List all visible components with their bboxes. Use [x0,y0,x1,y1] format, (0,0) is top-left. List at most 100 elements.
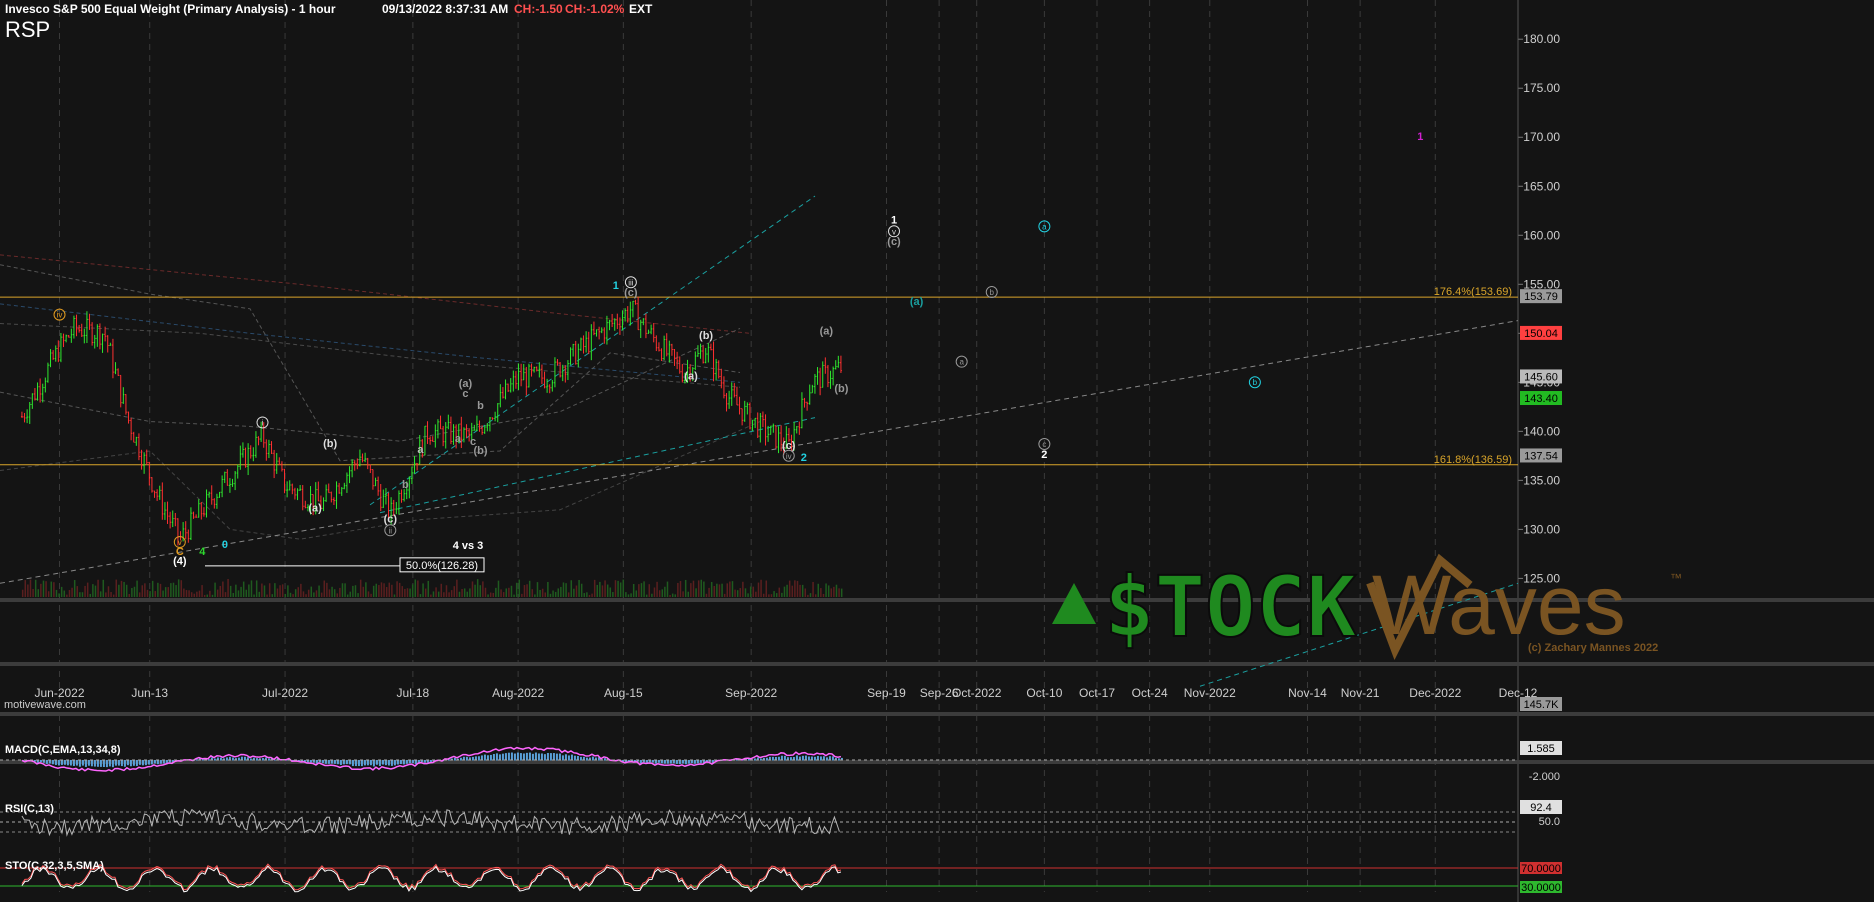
volume-bar [549,593,552,597]
volume-bar [825,583,827,597]
macd-tick-label: -2.000 [1529,771,1560,783]
macd-histogram-bar [645,760,648,763]
macd-histogram-bar [390,760,393,766]
macd-histogram-bar [807,756,810,761]
macd-histogram-bar [369,760,372,766]
fib-level-label: 176.4%(153.69) [1434,286,1512,298]
wave-label: (c) [384,514,398,526]
macd-histogram-bar [120,760,123,767]
volume-bar [658,590,661,597]
volume-bar [708,587,710,597]
volume-bar [94,585,97,597]
volume-bar [619,582,622,597]
volume-bar [310,586,313,597]
x-tick-label: Oct-2022 [952,686,1002,700]
volume-bar [149,591,151,597]
macd-histogram-bar [129,760,132,767]
volume-bar [323,580,326,597]
macd-histogram-bar [327,760,330,764]
watermark-label: motivewave.com [4,699,86,711]
volume-bar [479,585,482,597]
macd-histogram-bar [483,754,486,761]
volume-bar [97,579,99,597]
macd-histogram-bar [753,758,756,761]
x-tick-label: Jun-13 [131,686,168,700]
wave-label: 1 [613,280,619,292]
volume-bar [812,581,814,597]
volume-bar [21,589,24,597]
volume-bar [151,580,154,597]
volume-bar [66,594,68,597]
macd-histogram-bar [513,753,516,761]
volume-bar [440,583,443,597]
volume-bar [73,580,76,597]
volume-bar [305,594,307,597]
retracement-label: 50.0%(126.28) [406,560,478,572]
macd-histogram-bar [516,752,519,761]
volume-bar [60,586,63,597]
macd-histogram-bar [531,753,534,761]
volume-bar [583,593,586,597]
volume-bar [216,589,219,597]
x-tick-label: Aug-15 [604,686,643,700]
logo-trademark: ™ [1670,571,1682,585]
volume-bar [289,592,292,597]
macd-histogram-bar [93,760,96,767]
logo-arrow-icon [1052,583,1096,624]
volume-bar [510,585,513,597]
macd-histogram-bar [837,758,840,761]
macd-histogram-bar [543,754,546,761]
volume-bar [128,593,131,597]
volume-bar [393,594,396,597]
macd-histogram-bar [387,760,390,766]
volume-bar [653,587,656,597]
volume-bar [562,582,565,597]
macd-histogram-bar [78,760,81,767]
volume-bar [492,592,495,597]
macd-histogram-bar [132,760,135,766]
volume-bar [684,579,687,597]
price-chart[interactable]: 180.00175.00170.00165.00160.00155.00150.… [0,0,1874,902]
wave-label: 2 [801,452,807,464]
volume-bar [224,592,227,597]
volume-bar [118,584,120,597]
note-label: 4 vs 3 [453,540,484,552]
volume-bar [443,592,445,597]
volume-bar [794,580,796,597]
wave-label: c [462,388,468,400]
volume-bar [222,581,224,597]
volume-bar [297,587,300,597]
macd-histogram-bar [603,758,606,761]
y-tick-label: 175.00 [1523,81,1560,95]
x-tick-label: Oct-17 [1079,686,1115,700]
volume-bar [175,585,177,597]
x-tick-label: Jul-2022 [262,686,308,700]
stoch-pane: STO(C,32,3,5,SMA) 70.0000 30.0000 [0,860,1562,894]
volume-bar [367,591,370,597]
macd-histogram-bar [453,757,456,761]
volume-bar [232,592,235,597]
volume-bar [518,579,521,597]
volume-bar [276,588,279,597]
volume-bar [292,594,294,597]
volume-bar [344,583,346,597]
macd-histogram-bar [777,756,780,761]
volume-bar [71,587,73,597]
volume-bar [370,593,372,597]
volume-bar [456,579,458,597]
macd-histogram-bar [345,760,348,765]
volume-bar [635,590,638,597]
volume-bar [333,589,336,597]
volume-bar [406,588,409,597]
macd-histogram-bar [546,752,549,761]
volume-bar [625,592,627,597]
volume-bar [362,586,365,597]
price-box-label: 137.54 [1524,450,1558,462]
volume-bar [172,582,175,597]
macd-histogram-bar [138,760,141,765]
volume-bar [401,586,404,597]
volume-bar [638,584,640,597]
volume-bar [92,584,94,597]
volume-bar [419,594,422,597]
macd-histogram-bar [591,756,594,761]
